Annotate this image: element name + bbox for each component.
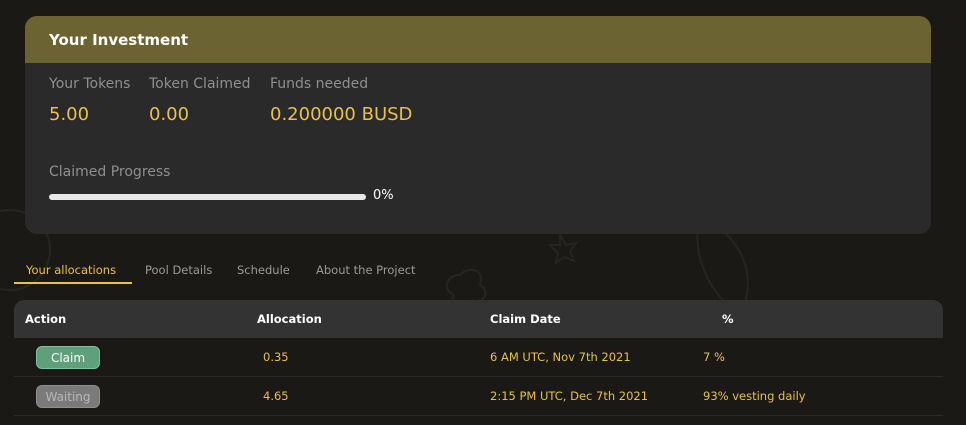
tab-schedule[interactable]: Schedule (237, 263, 290, 277)
tab-about-project[interactable]: About the Project (316, 263, 416, 277)
tab-your-allocations[interactable]: Your allocations (26, 263, 116, 277)
table-row: Waiting 4.65 2:15 PM UTC, Dec 7th 2021 9… (14, 377, 943, 416)
table-row: Claim 0.35 6 AM UTC, Nov 7th 2021 7 % (14, 338, 943, 377)
allocations-table: Action Allocation Claim Date % Claim 0.3… (14, 300, 943, 416)
tab-pool-details[interactable]: Pool Details (145, 263, 212, 277)
investment-title: Your Investment (49, 30, 189, 49)
waiting-button[interactable]: Waiting (36, 385, 100, 408)
percent-cell: 7 % (703, 350, 725, 364)
stat-value: 5.00 (49, 104, 90, 125)
stat-label: Funds needed (270, 76, 369, 92)
claimed-progress-label: Claimed Progress (49, 164, 171, 180)
active-tab-indicator (14, 282, 132, 284)
stat-your-tokens: Your Tokens 5.00 (49, 76, 130, 125)
table-header: Action Allocation Claim Date % (14, 300, 943, 338)
stat-token-claimed: Token Claimed 0.00 (149, 76, 251, 125)
col-header-claim-date: Claim Date (490, 312, 561, 326)
investment-card: Your Investment Your Tokens 5.00 Token C… (25, 16, 931, 234)
stat-label: Your Tokens (49, 76, 131, 92)
investment-card-header: Your Investment (25, 16, 931, 63)
stat-funds-needed: Funds needed 0.200000 BUSD (270, 76, 412, 125)
percent-cell: 93% vesting daily (703, 389, 806, 403)
stat-value: 0.00 (149, 104, 190, 125)
stat-value: 0.200000 BUSD (270, 104, 413, 125)
col-header-action: Action (25, 312, 67, 326)
claimed-progress-percent: 0% (373, 188, 394, 203)
claimed-progress-bar (49, 194, 366, 200)
col-header-percent: % (722, 312, 734, 326)
claim-button[interactable]: Claim (36, 346, 100, 369)
allocation-cell: 0.35 (263, 350, 289, 364)
claim-date-cell: 2:15 PM UTC, Dec 7th 2021 (490, 389, 649, 403)
allocation-cell: 4.65 (263, 389, 289, 403)
claim-date-cell: 6 AM UTC, Nov 7th 2021 (490, 350, 631, 364)
col-header-allocation: Allocation (257, 312, 322, 326)
stat-label: Token Claimed (149, 76, 251, 92)
